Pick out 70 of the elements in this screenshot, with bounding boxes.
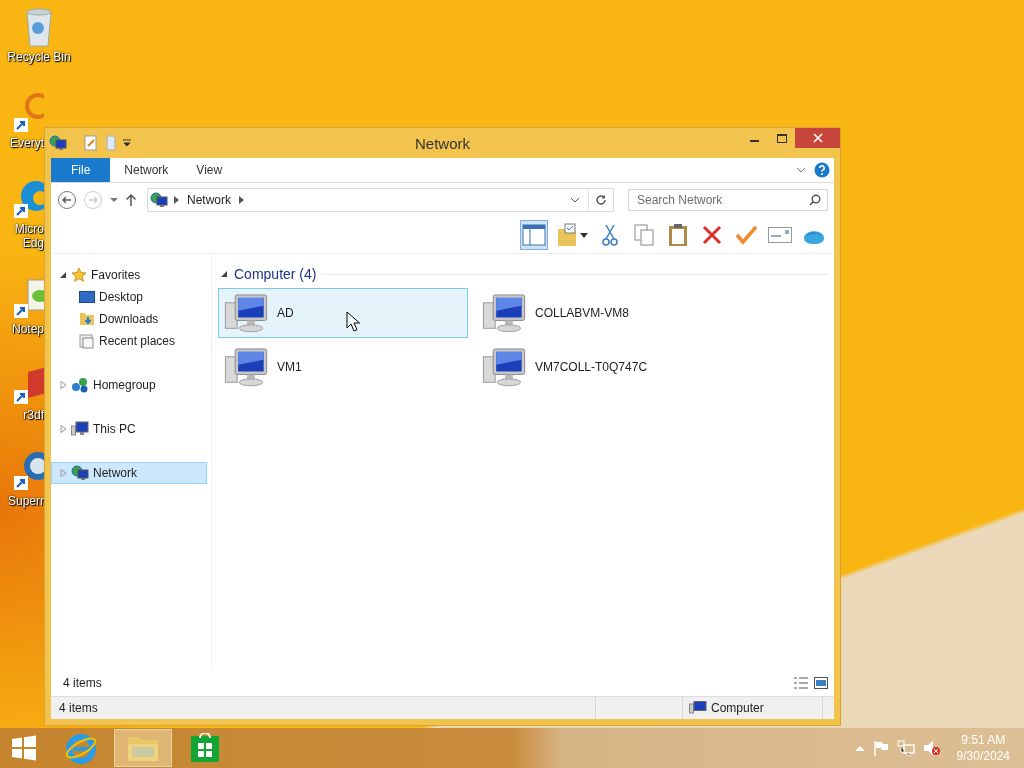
address-bar[interactable]: Network	[147, 188, 614, 212]
navigation-item[interactable]: Downloads	[51, 308, 207, 330]
navigation-item[interactable]: Recent places	[51, 330, 207, 352]
navigation-item[interactable]: Favorites	[51, 264, 207, 286]
minimize-icon	[750, 140, 759, 142]
collapse-arrow-icon[interactable]	[221, 270, 228, 278]
collapse-arrow-icon[interactable]	[60, 271, 67, 279]
navigation-item[interactable]: Desktop	[51, 286, 207, 308]
caret-icon	[580, 232, 588, 238]
magnifier-shortcut-icon[interactable]	[12, 92, 44, 134]
breadcrumb-arrow-icon[interactable]	[239, 196, 244, 204]
computer-icon	[689, 701, 707, 715]
history-dropdown-icon[interactable]	[570, 197, 580, 203]
star-icon	[71, 267, 87, 283]
folder-download-icon	[79, 311, 95, 327]
status-item-count: 4 items	[59, 701, 98, 715]
up-button[interactable]	[125, 193, 137, 207]
breadcrumb-arrow-icon[interactable]	[174, 196, 179, 204]
desktop-icon-label: Micro	[14, 222, 44, 236]
dropdown-caret-icon[interactable]	[123, 139, 131, 147]
computer-icon	[71, 421, 89, 437]
desktop-icon-label: Superr	[7, 494, 44, 508]
network-icon	[71, 465, 89, 481]
network-icon	[49, 135, 67, 151]
item-count: 4 items	[63, 676, 102, 690]
properties-icon[interactable]	[83, 135, 99, 151]
mouse-cursor-icon	[346, 311, 360, 332]
store-icon	[190, 733, 220, 763]
navigation-item[interactable]: Network	[51, 462, 207, 484]
desktop-icon-label: Notep	[11, 322, 44, 336]
folder-checkbox-icon	[556, 223, 578, 247]
muted-speaker-icon[interactable]	[922, 740, 941, 756]
group-header[interactable]: Computer (4)	[234, 266, 317, 282]
recent-places-icon	[79, 333, 95, 349]
network-icon[interactable]	[896, 740, 915, 756]
zone-label: Computer	[711, 701, 764, 715]
search-icon[interactable]	[809, 194, 821, 206]
large-icons-view-icon[interactable]	[814, 677, 828, 689]
back-button[interactable]	[57, 190, 77, 210]
computer-item[interactable]: AD	[218, 288, 468, 338]
file-tab[interactable]: File	[51, 158, 111, 182]
desktop-icon-label: Edg	[22, 236, 44, 250]
help-icon[interactable]	[814, 162, 830, 178]
ribbon-tab[interactable]: Network	[110, 158, 183, 182]
navigation-item[interactable]: Homegroup	[51, 374, 207, 396]
breadcrumb[interactable]: Network	[185, 193, 233, 207]
expand-ribbon-icon[interactable]	[796, 167, 806, 173]
ribbon-tab[interactable]: View	[182, 158, 237, 182]
desktop-icon-label: Everyt	[10, 136, 44, 150]
desktop-icon-label: r3df	[23, 408, 44, 422]
recent-locations-button[interactable]	[109, 197, 119, 203]
computer-item[interactable]: VM7COLL-T0Q747C	[476, 342, 726, 392]
desktop-icon-label: Recycle Bin	[7, 50, 71, 64]
navigation-item[interactable]: This PC	[51, 418, 207, 440]
maximize-icon	[776, 133, 787, 143]
window-title: Network	[415, 134, 470, 152]
preview-pane-button[interactable]	[520, 220, 548, 250]
search-field[interactable]: Search Network	[628, 189, 828, 211]
homegroup-icon	[71, 377, 89, 393]
computer-item[interactable]: VM1	[218, 342, 468, 392]
expand-arrow-icon[interactable]	[60, 381, 67, 389]
windows-logo-icon	[11, 735, 37, 761]
close-icon	[812, 133, 823, 143]
desktop-icon	[79, 290, 95, 304]
internet-explorer-icon	[64, 731, 98, 765]
refresh-icon[interactable]	[595, 194, 607, 206]
details-view-icon[interactable]	[794, 677, 808, 689]
network-icon	[150, 192, 168, 208]
computer-item[interactable]: COLLABVM-VM8	[476, 288, 726, 338]
expand-arrow-icon[interactable]	[60, 425, 67, 433]
